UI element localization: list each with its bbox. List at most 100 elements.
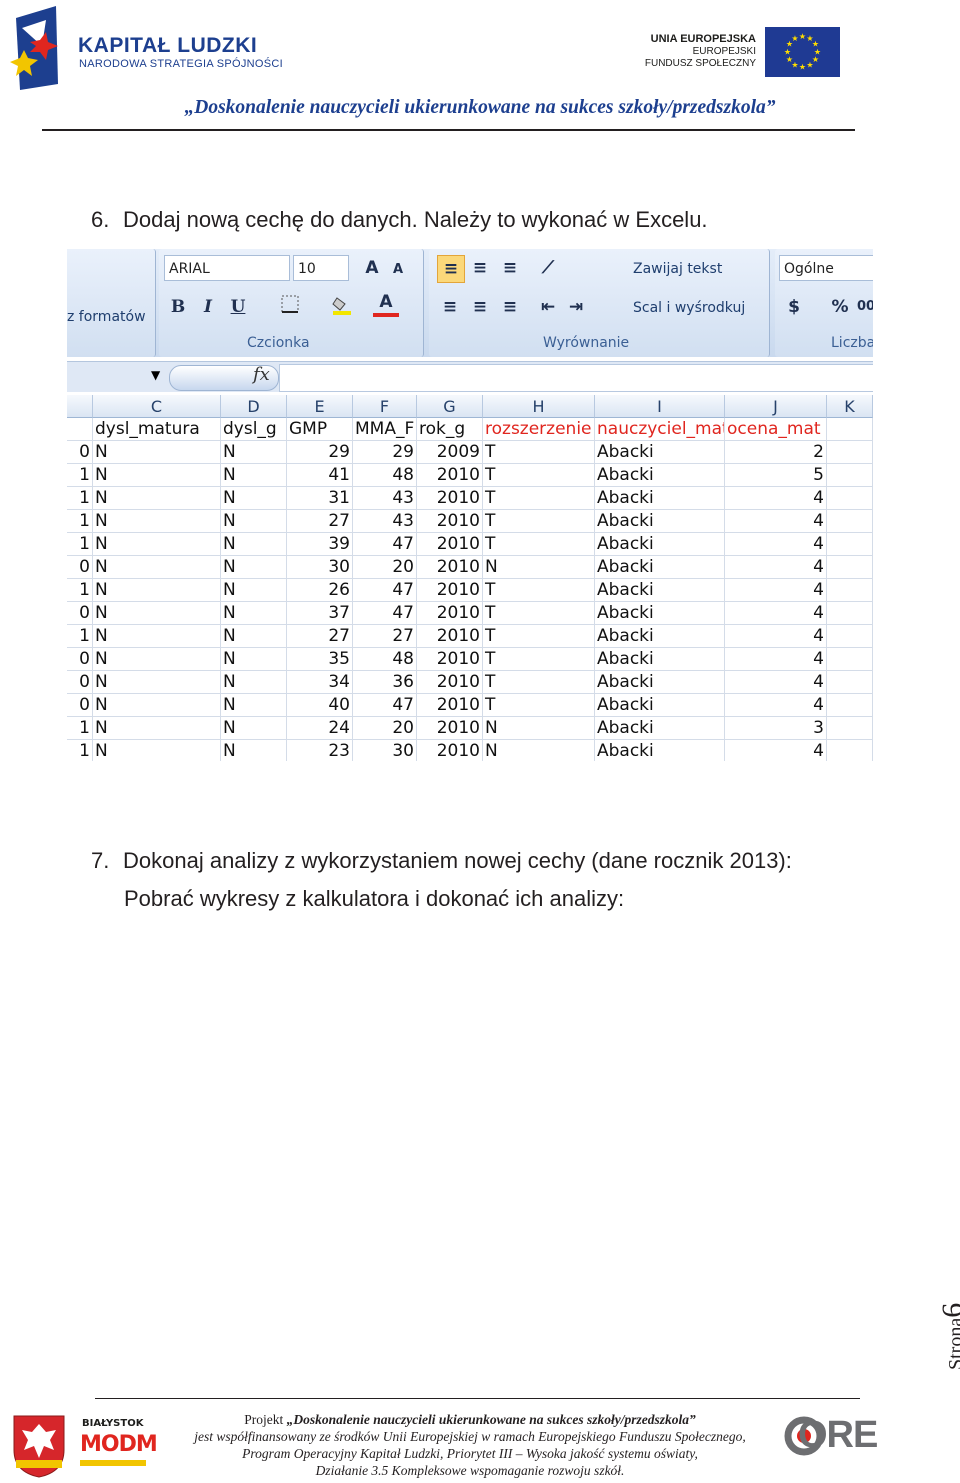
cell-nauczyciel-mat[interactable]: Abacki xyxy=(595,717,725,740)
cell-rozszerzenie[interactable]: T xyxy=(483,579,595,602)
cell-dysl-matura[interactable]: N xyxy=(93,464,221,487)
cell-mma-f[interactable]: 47 xyxy=(353,694,417,717)
orientation-icon[interactable]: ⟋ xyxy=(535,255,561,281)
cell-b-value[interactable]: 0 xyxy=(67,671,93,694)
cell-nauczyciel-mat[interactable]: Abacki xyxy=(595,579,725,602)
decrease-indent-icon[interactable]: ⇤ xyxy=(535,294,561,320)
shrink-font-button[interactable]: A xyxy=(385,257,411,283)
cell-dysl-matura[interactable]: N xyxy=(93,648,221,671)
cell-ocena-mat[interactable]: 5 xyxy=(725,464,827,487)
cell-rozszerzenie[interactable]: T xyxy=(483,671,595,694)
cell-ocena-mat[interactable]: 4 xyxy=(725,602,827,625)
cell-rok-g[interactable]: 2010 xyxy=(417,464,483,487)
cell-rozszerzenie[interactable]: T xyxy=(483,694,595,717)
cell-dysl-matura[interactable]: N xyxy=(93,694,221,717)
cell-b-value[interactable]: 1 xyxy=(67,533,93,556)
cell-dysl-matura[interactable]: N xyxy=(93,740,221,761)
comma-button[interactable]: 00 xyxy=(853,294,873,320)
cell-k-empty[interactable] xyxy=(827,556,873,579)
cell-b-value[interactable]: 1 xyxy=(67,740,93,761)
cell-k-empty[interactable] xyxy=(827,717,873,740)
cell-dysl-g[interactable]: N xyxy=(221,441,287,464)
header-cell-nauczyciel-mat[interactable]: nauczyciel_mat xyxy=(595,418,725,441)
cell-dysl-g[interactable]: N xyxy=(221,556,287,579)
column-header-i[interactable]: I xyxy=(595,395,725,418)
cell-dysl-matura[interactable]: N xyxy=(93,533,221,556)
cell-rok-g[interactable]: 2010 xyxy=(417,533,483,556)
cell-k-empty[interactable] xyxy=(827,579,873,602)
cell-dysl-matura[interactable]: N xyxy=(93,579,221,602)
cell-k-empty[interactable] xyxy=(827,648,873,671)
header-cell-mma-f[interactable]: MMA_F xyxy=(353,418,417,441)
cell-b-value[interactable]: 1 xyxy=(67,487,93,510)
cell-ocena-mat[interactable]: 4 xyxy=(725,694,827,717)
cell-gmp[interactable]: 26 xyxy=(287,579,353,602)
cell-mma-f[interactable]: 47 xyxy=(353,602,417,625)
cell-gmp[interactable]: 39 xyxy=(287,533,353,556)
cell-rok-g[interactable]: 2009 xyxy=(417,441,483,464)
cell-k-empty[interactable] xyxy=(827,740,873,761)
cell-rok-g[interactable]: 2010 xyxy=(417,579,483,602)
cell-b-value[interactable]: 0 xyxy=(67,648,93,671)
cell-dysl-g[interactable]: N xyxy=(221,533,287,556)
column-header-f[interactable]: F xyxy=(353,395,417,418)
cell-dysl-matura[interactable]: N xyxy=(93,510,221,533)
cell-mma-f[interactable]: 48 xyxy=(353,648,417,671)
cell-nauczyciel-mat[interactable]: Abacki xyxy=(595,533,725,556)
header-cell-rozszerzenie[interactable]: rozszerzenie xyxy=(483,418,595,441)
align-middle-icon[interactable]: ≡ xyxy=(467,255,493,281)
cell-ocena-mat[interactable]: 2 xyxy=(725,441,827,464)
cell-mma-f[interactable]: 20 xyxy=(353,717,417,740)
cell-ocena-mat[interactable]: 4 xyxy=(725,487,827,510)
cell-b-value[interactable]: 1 xyxy=(67,510,93,533)
cell-dysl-g[interactable]: N xyxy=(221,717,287,740)
cell-gmp[interactable]: 31 xyxy=(287,487,353,510)
cell-dysl-g[interactable]: N xyxy=(221,487,287,510)
wrap-text-button[interactable]: Zawijaj tekst xyxy=(633,261,722,277)
cell-ocena-mat[interactable]: 4 xyxy=(725,648,827,671)
cell-rozszerzenie[interactable]: T xyxy=(483,441,595,464)
cell-mma-f[interactable]: 43 xyxy=(353,487,417,510)
cell-nauczyciel-mat[interactable]: Abacki xyxy=(595,648,725,671)
cell-dysl-matura[interactable]: N xyxy=(93,487,221,510)
cell-ocena-mat[interactable]: 4 xyxy=(725,533,827,556)
cell-gmp[interactable]: 41 xyxy=(287,464,353,487)
cell-gmp[interactable]: 24 xyxy=(287,717,353,740)
cell-b-value[interactable]: 0 xyxy=(67,602,93,625)
cell-rok-g[interactable]: 2010 xyxy=(417,602,483,625)
cell-k-empty[interactable] xyxy=(827,602,873,625)
formula-input[interactable] xyxy=(279,364,873,392)
cell-k-empty[interactable] xyxy=(827,441,873,464)
cell-gmp[interactable]: 23 xyxy=(287,740,353,761)
cell-dysl-g[interactable]: N xyxy=(221,510,287,533)
cell-mma-f[interactable]: 29 xyxy=(353,441,417,464)
cell-gmp[interactable]: 27 xyxy=(287,510,353,533)
cell-mma-f[interactable]: 30 xyxy=(353,740,417,761)
column-header-g[interactable]: G xyxy=(417,395,483,418)
cell-nauczyciel-mat[interactable]: Abacki xyxy=(595,602,725,625)
cell-gmp[interactable]: 35 xyxy=(287,648,353,671)
cell-nauczyciel-mat[interactable]: Abacki xyxy=(595,556,725,579)
cell-dysl-matura[interactable]: N xyxy=(93,602,221,625)
cell-nauczyciel-mat[interactable]: Abacki xyxy=(595,625,725,648)
cell-dysl-matura[interactable]: N xyxy=(93,671,221,694)
header-cell-dysl-matura[interactable]: dysl_matura xyxy=(93,418,221,441)
cell-nauczyciel-mat[interactable]: Abacki xyxy=(595,441,725,464)
header-cell-gmp[interactable]: GMP xyxy=(287,418,353,441)
cell-mma-f[interactable]: 43 xyxy=(353,510,417,533)
cell-dysl-g[interactable]: N xyxy=(221,648,287,671)
cell-rok-g[interactable]: 2010 xyxy=(417,510,483,533)
underline-button[interactable]: U xyxy=(225,294,251,320)
bold-button[interactable]: B xyxy=(165,294,191,320)
cell-rok-g[interactable]: 2010 xyxy=(417,740,483,761)
cell-nauczyciel-mat[interactable]: Abacki xyxy=(595,694,725,717)
merge-center-button[interactable]: Scal i wyśrodkuj xyxy=(633,300,745,316)
format-painter-label[interactable]: z formatów xyxy=(67,309,146,325)
cell-rozszerzenie[interactable]: T xyxy=(483,510,595,533)
cell-k-empty[interactable] xyxy=(827,464,873,487)
header-cell-rok-g[interactable]: rok_g xyxy=(417,418,483,441)
fx-icon[interactable]: fx xyxy=(253,364,270,385)
font-size-dropdown[interactable]: 10 xyxy=(293,255,349,281)
cell-mma-f[interactable]: 48 xyxy=(353,464,417,487)
cell-mma-f[interactable]: 20 xyxy=(353,556,417,579)
